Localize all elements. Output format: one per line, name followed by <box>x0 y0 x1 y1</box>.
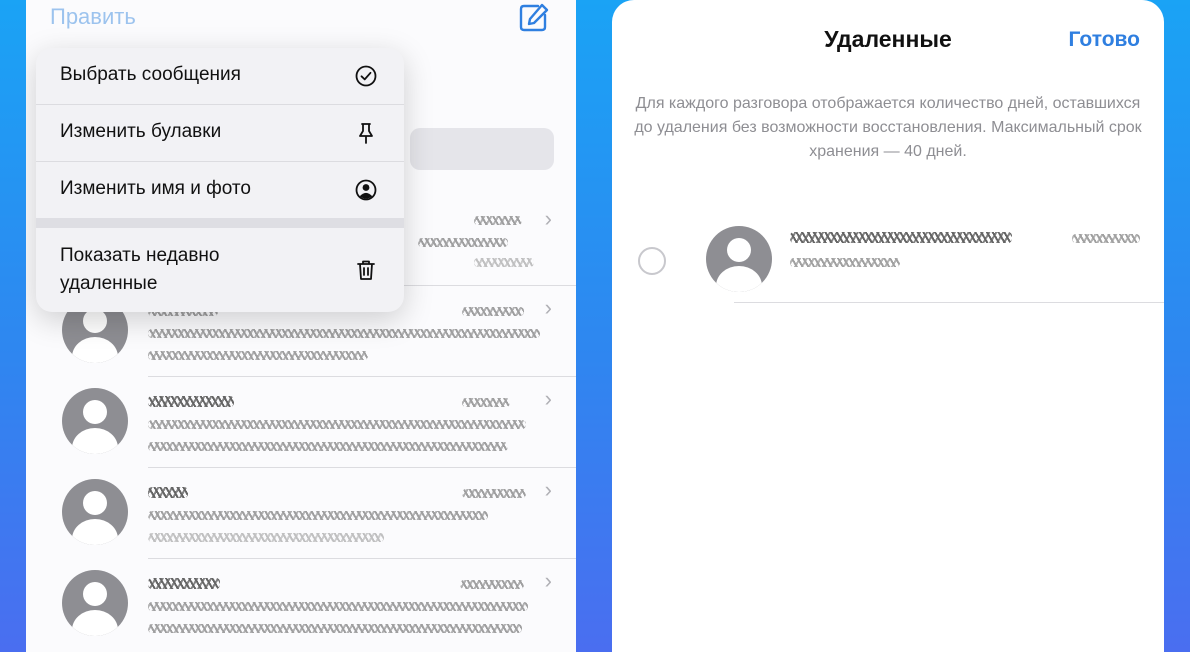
compose-icon[interactable] <box>518 2 550 32</box>
done-button[interactable]: Готово <box>1069 28 1140 52</box>
redacted-name <box>148 487 188 498</box>
chevron-right-icon: › <box>544 206 552 231</box>
edit-button[interactable]: Править <box>50 4 136 30</box>
redacted-preview <box>418 238 508 247</box>
redacted-name <box>148 396 234 407</box>
avatar <box>62 570 128 636</box>
redacted-date <box>474 216 522 225</box>
menu-item-label: Изменить булавки <box>60 121 222 142</box>
messages-list-screen: Править › › › › › Выбрать сообщения Изме… <box>26 0 576 652</box>
recently-deleted-screen: Удаленные Готово Для каждого разговора о… <box>612 0 1164 652</box>
redacted-preview <box>148 602 528 611</box>
menu-item-label: Выбрать сообщения <box>60 64 241 85</box>
redacted-date <box>462 307 524 316</box>
redacted-date <box>460 580 524 589</box>
redacted-preview <box>148 329 540 338</box>
redacted-preview <box>148 420 526 429</box>
redacted-name <box>790 232 1012 243</box>
avatar <box>62 479 128 545</box>
redacted-date <box>462 489 526 498</box>
menu-item-edit-pins[interactable]: Изменить булавки <box>36 105 404 161</box>
chevron-right-icon: › <box>544 295 552 320</box>
chevron-right-icon: › <box>544 568 552 593</box>
redacted-preview <box>474 258 534 267</box>
conversation-row[interactable]: › <box>26 467 576 558</box>
person-circle-icon <box>355 179 377 201</box>
avatar <box>62 388 128 454</box>
redacted-preview <box>148 351 368 360</box>
redacted-days-left <box>1072 234 1140 243</box>
redacted-preview <box>148 624 522 633</box>
redacted-preview <box>148 442 508 451</box>
trash-icon <box>357 260 375 280</box>
context-menu: Выбрать сообщения Изменить булавки Измен… <box>36 48 404 312</box>
redacted-preview <box>148 511 488 520</box>
menu-item-show-recently-deleted[interactable]: Показать недавно удаленные <box>36 228 404 312</box>
redacted-name <box>148 578 220 589</box>
chevron-right-icon: › <box>544 386 552 411</box>
redacted-preview <box>148 533 384 542</box>
redacted-preview <box>790 258 900 267</box>
conversation-row[interactable]: › <box>26 558 576 649</box>
pin-icon <box>359 123 373 144</box>
menu-item-label: Показать недавно удаленные <box>60 245 220 294</box>
menu-item-label: Изменить имя и фото <box>60 178 251 199</box>
redacted-date <box>462 398 510 407</box>
select-radio-button[interactable] <box>638 247 666 275</box>
search-field[interactable] <box>410 128 554 170</box>
retention-info-text: Для каждого разговора отображается колич… <box>634 95 1142 160</box>
avatar <box>706 226 772 292</box>
menu-item-edit-name-photo[interactable]: Изменить имя и фото <box>36 162 404 218</box>
menu-item-select-messages[interactable]: Выбрать сообщения <box>36 48 404 104</box>
conversation-row[interactable]: › <box>26 376 576 467</box>
chevron-right-icon: › <box>544 477 552 502</box>
checkmark-circle-icon <box>355 65 377 87</box>
